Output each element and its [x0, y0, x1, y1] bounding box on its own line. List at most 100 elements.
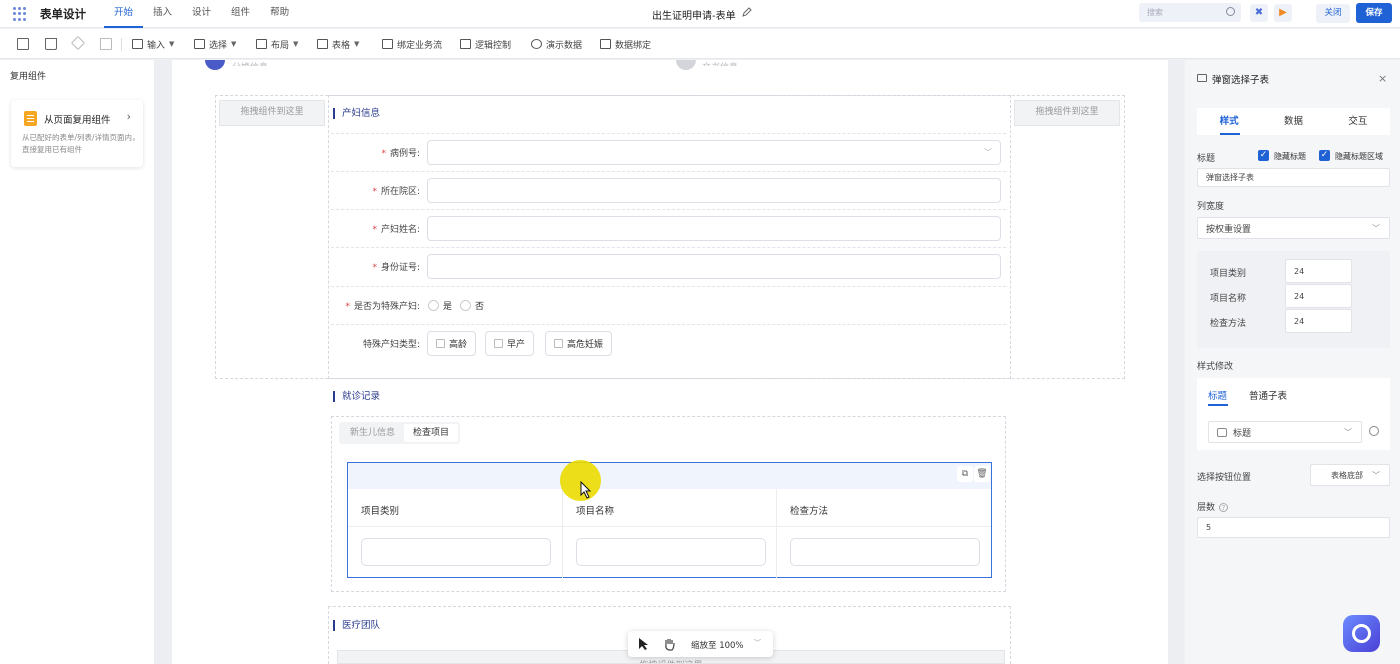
cell-input[interactable]: [361, 538, 551, 566]
title-input[interactable]: 弹窗选择子表: [1197, 168, 1390, 187]
style-modify-label: 样式修改: [1197, 362, 1234, 372]
edit-pencil-icon[interactable]: [742, 7, 752, 17]
cell-input[interactable]: [790, 538, 980, 566]
column-name: 项目名称: [563, 489, 777, 578]
toolbar-layout-label: 布局: [271, 40, 290, 51]
toolbar-data-bind-label: 数据绑定: [615, 40, 652, 51]
menu-component[interactable]: 组件: [221, 0, 260, 28]
select-arrow-icon[interactable]: [638, 637, 650, 651]
menu-start[interactable]: 开始: [104, 0, 144, 28]
chevron-right-icon: ›: [126, 110, 131, 123]
reuse-card-description: 从已配好的表单/列表/详情页面内，直接复用已有组件: [22, 133, 140, 154]
popup-select-subtable[interactable]: ⧉ 🗑 项目类别 项目名称 检查方法: [347, 462, 992, 578]
toolbar-bind-flow-label: 绑定业务流: [397, 40, 443, 51]
radio-yes-label: 是: [443, 302, 453, 312]
weight-input[interactable]: 24: [1285, 259, 1352, 283]
copy-icon[interactable]: [17, 38, 29, 50]
required-mark: *: [345, 302, 350, 312]
mother-name-input[interactable]: [427, 216, 1001, 241]
assistant-chat-icon[interactable]: [1343, 615, 1380, 652]
apps-grid-icon[interactable]: [13, 7, 27, 21]
reuse-component-card[interactable]: 从页面复用组件 › 从已配好的表单/列表/详情页面内，直接复用已有组件: [11, 100, 143, 167]
style-tab-subtable[interactable]: 普通子表: [1249, 388, 1287, 402]
radio-yes[interactable]: [428, 300, 439, 311]
checkbox-high-risk[interactable]: 高危妊娠: [545, 331, 613, 356]
weight-input[interactable]: 24: [1285, 309, 1352, 333]
toolbar-input[interactable]: 输入 ▼: [132, 29, 174, 59]
weight-value: 24: [1294, 316, 1305, 326]
case-number-select[interactable]: ﹀: [427, 140, 1001, 165]
id-number-input[interactable]: [427, 254, 1001, 279]
hide-title-area-checkbox[interactable]: ✓: [1319, 150, 1330, 161]
mind-map-icon[interactable]: ✖: [1250, 4, 1268, 22]
style-target-value: 标题: [1233, 428, 1252, 439]
tab-style[interactable]: 样式: [1197, 108, 1261, 135]
style-target-select[interactable]: 标题 ﹀: [1208, 421, 1362, 443]
search-placeholder: 搜索: [1147, 8, 1163, 17]
campus-input[interactable]: [427, 178, 1001, 203]
field-id-number: * 身份证号:: [331, 247, 1006, 285]
button-position-select[interactable]: 表格底部 ﹀: [1310, 464, 1390, 486]
drop-zone-left[interactable]: 拖拽组件到这里: [219, 100, 325, 126]
cell-input[interactable]: [576, 538, 766, 566]
toolbar-data-bind[interactable]: 数据绑定: [600, 29, 651, 59]
preview-play-icon[interactable]: ▶: [1274, 4, 1292, 22]
hide-title-checkbox[interactable]: ✓: [1258, 150, 1269, 161]
toolbar-select[interactable]: 选择 ▼: [194, 29, 236, 59]
toolbar-layout[interactable]: 布局 ▼: [256, 29, 298, 59]
radio-no[interactable]: [460, 300, 471, 311]
tab-data[interactable]: 数据: [1261, 108, 1325, 135]
style-tab-title[interactable]: 标题: [1208, 388, 1227, 402]
drop-zone-right[interactable]: 拖拽组件到这里: [1014, 100, 1120, 126]
close-icon[interactable]: ×: [1378, 72, 1387, 85]
input-icon: [132, 39, 143, 49]
delete-icon[interactable]: [45, 38, 57, 50]
tab-exam-items[interactable]: 检查项目: [404, 424, 459, 442]
checkbox-icon: [436, 339, 445, 348]
chevron-down-icon[interactable]: ﹀: [754, 638, 761, 648]
toolbar-bind-flow[interactable]: 绑定业务流: [382, 29, 442, 59]
format-painter-icon[interactable]: [100, 38, 112, 50]
toolbar-logic-label: 逻辑控制: [475, 40, 512, 51]
tab-interaction[interactable]: 交互: [1326, 108, 1390, 135]
weight-input[interactable]: 24: [1285, 284, 1352, 308]
chevron-down-icon: ﹀: [1344, 427, 1352, 437]
section-title-maternal: 产妇信息: [333, 108, 380, 119]
save-button[interactable]: 保存: [1356, 3, 1392, 23]
zoom-level[interactable]: 缩放至 100%: [691, 639, 744, 651]
search-input[interactable]: 搜索: [1139, 3, 1241, 22]
panel-title: 弹窗选择子表: [1212, 75, 1270, 86]
step-1-label: 分娩信息: [232, 60, 268, 66]
toolbar-divider: [121, 38, 122, 51]
help-icon[interactable]: ?: [1219, 503, 1229, 512]
toolbar-demo[interactable]: 演示数据: [531, 29, 582, 59]
column-width-select[interactable]: 按权重设置 ﹀: [1197, 217, 1390, 239]
close-button[interactable]: 关闭: [1316, 4, 1350, 23]
demo-data-icon: [531, 39, 542, 49]
step-2-label: 文书信息: [702, 60, 738, 66]
eraser-icon[interactable]: [70, 35, 86, 51]
toolbar-table[interactable]: 表格 ▼: [317, 29, 359, 59]
tab-newborn[interactable]: 新生儿信息: [341, 424, 404, 442]
checkbox-premature[interactable]: 早产: [485, 331, 535, 356]
menu-insert[interactable]: 插入: [143, 0, 182, 28]
field-label-text: 病例号:: [389, 149, 420, 159]
subtable-header-band: [348, 463, 991, 489]
field-label: * 身份证号:: [372, 260, 420, 273]
toolbar-demo-label: 演示数据: [546, 40, 583, 51]
button-position-value: 表格底部: [1331, 470, 1363, 480]
duplicate-icon[interactable]: ⧉: [957, 466, 973, 482]
checkbox-advanced-age[interactable]: 高龄: [427, 331, 477, 356]
levels-input[interactable]: 5: [1197, 517, 1390, 538]
settings-icon[interactable]: [1369, 426, 1379, 436]
search-icon: [1226, 7, 1235, 16]
menu-design[interactable]: 设计: [182, 0, 221, 28]
menu-help[interactable]: 帮助: [260, 0, 299, 28]
toolbar-logic[interactable]: 逻辑控制: [460, 29, 511, 59]
trash-icon[interactable]: 🗑: [974, 466, 990, 482]
window-icon: [1197, 74, 1207, 82]
field-label-text: 产妇姓名:: [380, 225, 420, 235]
hand-pan-icon[interactable]: [663, 637, 676, 651]
select-icon: [194, 39, 205, 49]
hide-title-label: 隐藏标题: [1274, 152, 1306, 161]
